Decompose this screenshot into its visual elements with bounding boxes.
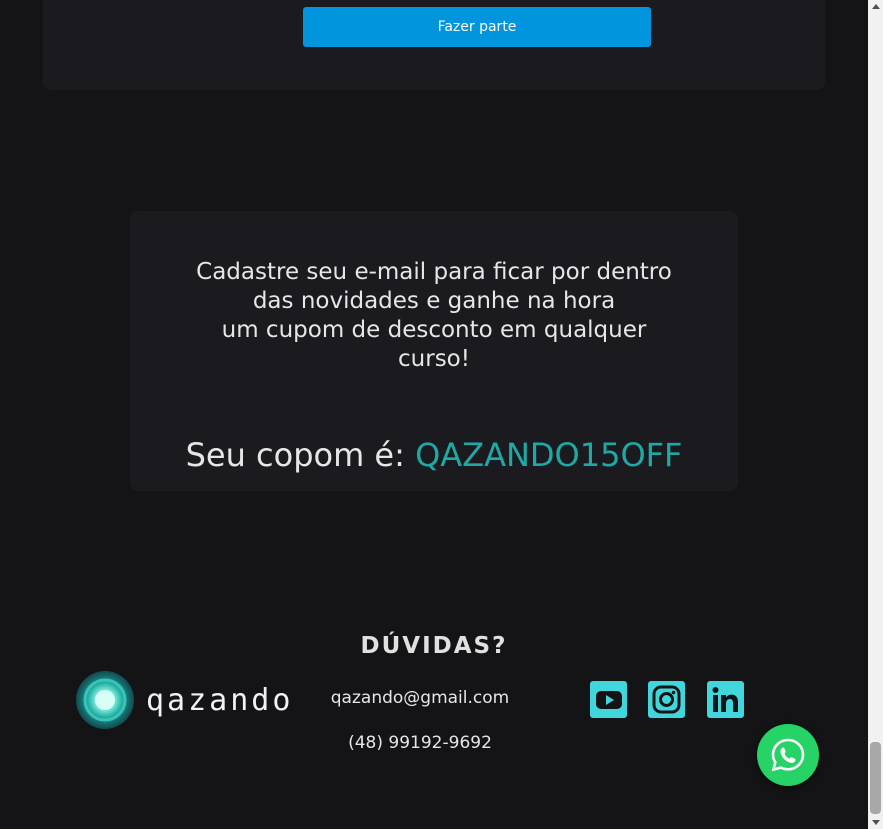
newsletter-message: Cadastre seu e-mail para ficar por dentr…: [170, 258, 698, 374]
scroll-down-arrow-icon[interactable]: [872, 820, 880, 825]
join-button[interactable]: Fazer parte: [303, 7, 651, 47]
contact-phone[interactable]: (48) 99192-9692: [300, 733, 540, 753]
newsletter-line: um cupom de desconto em qualquer: [221, 317, 647, 343]
coupon-label: Seu copom é:: [185, 436, 405, 474]
newsletter-card: Cadastre seu e-mail para ficar por dentr…: [130, 211, 738, 491]
qazando-logo[interactable]: qazando: [76, 671, 293, 729]
vertical-scrollbar[interactable]: [868, 0, 883, 829]
instagram-icon: [652, 685, 681, 714]
page: Fazer parte Cadastre seu e-mail para fic…: [0, 0, 868, 829]
doubts-heading: DÚVIDAS?: [360, 633, 508, 659]
whatsapp-icon: [771, 738, 805, 772]
newsletter-line: das novidades e ganhe na hora: [252, 288, 616, 314]
contact-email[interactable]: qazando@gmail.com: [300, 688, 540, 708]
instagram-link[interactable]: [648, 681, 685, 718]
coupon-line: Seu copom é: QAZANDO15OFF: [130, 435, 738, 475]
whatsapp-button[interactable]: [757, 724, 819, 786]
logo-text: qazando: [146, 682, 294, 718]
linkedin-icon: [712, 687, 738, 712]
scroll-up-arrow-icon[interactable]: [872, 4, 880, 9]
newsletter-line: Cadastre seu e-mail para ficar por dentr…: [196, 259, 672, 285]
coupon-code: QAZANDO15OFF: [415, 436, 683, 474]
youtube-link[interactable]: [590, 681, 627, 718]
linkedin-link[interactable]: [707, 681, 744, 718]
newsletter-line: curso!: [398, 346, 470, 372]
youtube-icon: [595, 690, 622, 709]
logo-mark-icon: [76, 671, 134, 729]
join-card: Fazer parte: [43, 0, 825, 90]
scrollbar-thumb[interactable]: [870, 742, 881, 814]
